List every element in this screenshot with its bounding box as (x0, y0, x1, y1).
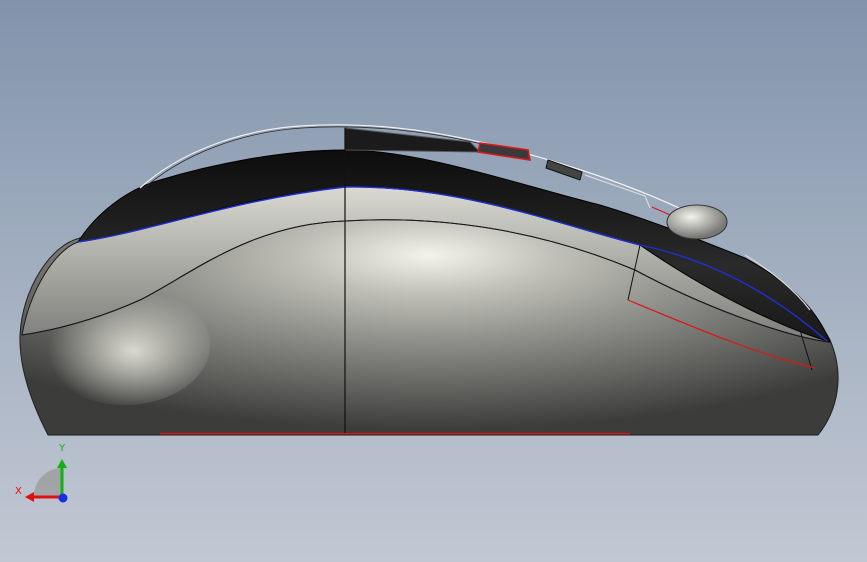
triad-z-axis (58, 493, 68, 503)
side-button[interactable] (545, 159, 583, 181)
triad-y-label: Y (59, 443, 66, 454)
triad-plane (34, 468, 62, 496)
mouse-model[interactable] (0, 0, 867, 562)
coordinate-triad (25, 459, 68, 503)
scroll-wheel[interactable] (666, 204, 728, 240)
triad-x-arrow (25, 492, 34, 502)
triad-y-arrow (57, 459, 67, 468)
red-button-accent[interactable] (477, 142, 532, 161)
cad-viewport[interactable]: X Y (0, 0, 867, 562)
triad-x-label: X (15, 486, 22, 497)
